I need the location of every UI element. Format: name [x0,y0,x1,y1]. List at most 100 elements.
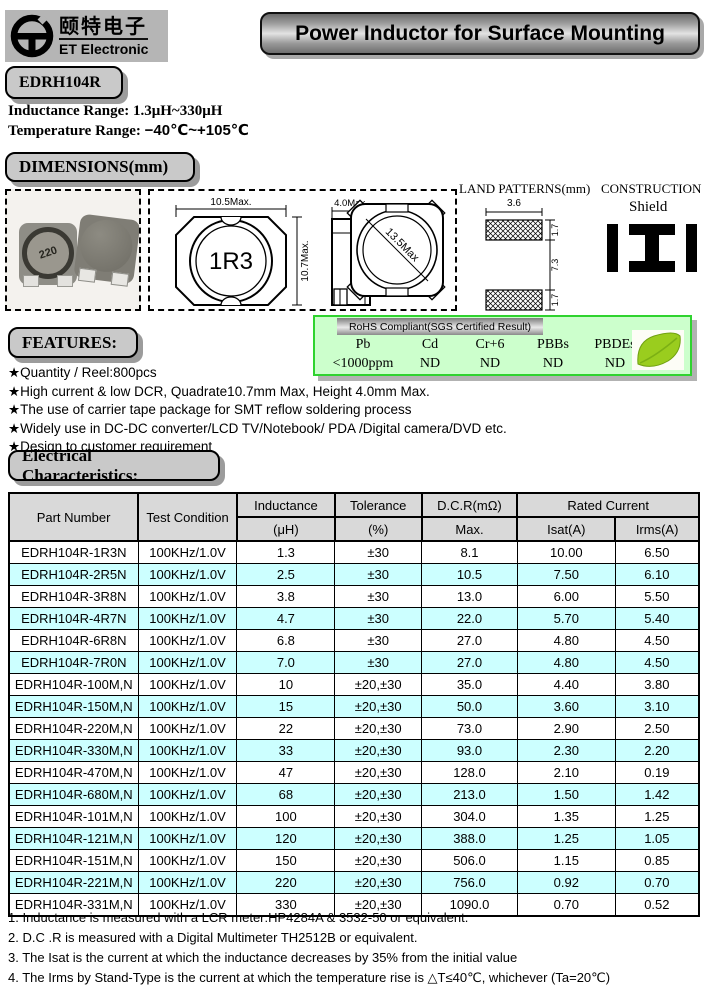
table-row: EDRH104R-2R5N100KHz/1.0V2.5±3010.57.506.… [9,564,699,586]
notes-list: 1. Inductance is measured with a LCR met… [8,908,610,988]
table-cell: 4.50 [615,630,699,652]
table-cell: 100KHz/1.0V [138,806,237,828]
inductor-photo-left: 220 [19,223,77,285]
rohs-banner: RoHS Compliant(SGS Certified Result) [337,318,543,335]
shield-construction-icon [607,223,697,273]
table-cell: 213.0 [422,784,518,806]
table-cell: 2.5 [237,564,335,586]
feature-item: ★Widely use in DC-DC converter/LCD TV/No… [8,420,507,439]
table-cell: 100KHz/1.0V [138,564,237,586]
inductor-photo-right [73,214,140,285]
temperature-range-value: −40℃~+105℃ [145,122,249,139]
note-item: 2. D.C .R is measured with a Digital Mul… [8,928,610,948]
rohs-item: PBBsND [523,337,583,372]
table-cell: 4.50 [615,652,699,674]
table-cell: 93.0 [422,740,518,762]
electrical-characteristics-heading: Electrical Characteristics: [8,450,220,481]
inductor-terminal [78,268,96,283]
table-cell: 5.50 [615,586,699,608]
rohs-substance-name: Pb [323,337,403,356]
table-row: EDRH104R-151M,N100KHz/1.0V150±20,±30506.… [9,850,699,872]
rohs-substance-value: ND [523,356,583,372]
col-tolerance: Tolerance [335,493,422,517]
part-marking-label: 1R3 [209,248,253,275]
table-cell: 10.00 [517,541,615,564]
table-cell: ±30 [335,608,422,630]
model-number-chip: EDRH104R [5,66,123,99]
table-row: EDRH104R-470M,N100KHz/1.0V47±20,±30128.0… [9,762,699,784]
inductor-ring: 220 [22,227,74,279]
table-cell: EDRH104R-100M,N [9,674,138,696]
pad-gap-label: 7.3 [550,259,560,272]
table-cell: 3.10 [615,696,699,718]
table-cell: 68 [237,784,335,806]
table-cell: 120 [237,828,335,850]
et-logo-icon [9,13,55,59]
pad-height-top-label: 1.7 [550,224,560,237]
rohs-substance-name: Cr+6 [457,337,523,356]
col-tolerance-unit: (%) [335,517,422,541]
table-cell: 6.50 [615,541,699,564]
table-cell: 0.92 [517,872,615,894]
table-row: EDRH104R-680M,N100KHz/1.0V68±20,±30213.0… [9,784,699,806]
table-cell: EDRH104R-680M,N [9,784,138,806]
inductance-range-label: Inductance Range: [8,103,129,119]
table-cell: 50.0 [422,696,518,718]
table-row: EDRH104R-1R3N100KHz/1.0V1.3±308.110.006.… [9,541,699,564]
table-cell: 150 [237,850,335,872]
col-inductance: Inductance [237,493,335,517]
table-cell: 4.80 [517,630,615,652]
inductor-terminal [111,272,129,287]
table-cell: ±20,±30 [335,740,422,762]
table-row: EDRH104R-221M,N100KHz/1.0V220±20,±30756.… [9,872,699,894]
table-cell: 1.15 [517,850,615,872]
model-number: EDRH104R [19,74,101,92]
table-cell: 10.5 [422,564,518,586]
feature-item: ★High current & low DCR, Quadrate10.7mm … [8,383,507,402]
table-cell: 6.10 [615,564,699,586]
table-cell: 100KHz/1.0V [138,586,237,608]
table-cell: 1.3 [237,541,335,564]
table-cell: 22 [237,718,335,740]
table-cell: EDRH104R-7R0N [9,652,138,674]
table-cell: 4.40 [517,674,615,696]
land-patterns-heading: LAND PATTERNS(mm) [459,181,590,197]
dimension-drawings: 10.5Max. 1R3 10.7Max. 4.0Max. [148,189,457,311]
table-cell: 6.00 [517,586,615,608]
table-cell: 1.05 [615,828,699,850]
table-cell: 2.50 [615,718,699,740]
table-row: EDRH104R-6R8N100KHz/1.0V6.8±3027.04.804.… [9,630,699,652]
table-cell: 100 [237,806,335,828]
inductor-terminal [23,275,39,287]
col-rated-current: Rated Current [517,493,699,517]
inductance-range-value: 1.3μH~330μH [133,103,222,119]
table-cell: 10 [237,674,335,696]
table-cell: ±20,±30 [335,696,422,718]
col-test-condition: Test Condition [138,493,237,541]
table-cell: 2.30 [517,740,615,762]
table-cell: 1.25 [517,828,615,850]
col-isat: Isat(A) [517,517,615,541]
table-cell: 13.0 [422,586,518,608]
table-cell: 7.50 [517,564,615,586]
green-leaf-icon [632,330,684,370]
dim-width-label: 10.5Max. [210,197,251,208]
inductance-range-line: Inductance Range: 1.3μH~330μH [8,103,222,120]
table-cell: 100KHz/1.0V [138,872,237,894]
table-row: EDRH104R-150M,N100KHz/1.0V15±20,±3050.03… [9,696,699,718]
table-cell: 100KHz/1.0V [138,718,237,740]
table-cell: EDRH104R-221M,N [9,872,138,894]
table-cell: 8.1 [422,541,518,564]
features-heading-label: FEATURES: [22,333,117,353]
table-cell: 100KHz/1.0V [138,740,237,762]
table-cell: 388.0 [422,828,518,850]
table-cell: ±20,±30 [335,674,422,696]
feature-item: ★Quantity / Reel:800pcs [8,364,507,383]
table-cell: 7.0 [237,652,335,674]
table-cell: 100KHz/1.0V [138,608,237,630]
logo-text: 颐特电子 ET Electronic [59,17,148,56]
table-cell: 2.20 [615,740,699,762]
feature-item: ★The use of carrier tape package for SMT… [8,401,507,420]
table-cell: 73.0 [422,718,518,740]
table-cell: EDRH104R-151M,N [9,850,138,872]
